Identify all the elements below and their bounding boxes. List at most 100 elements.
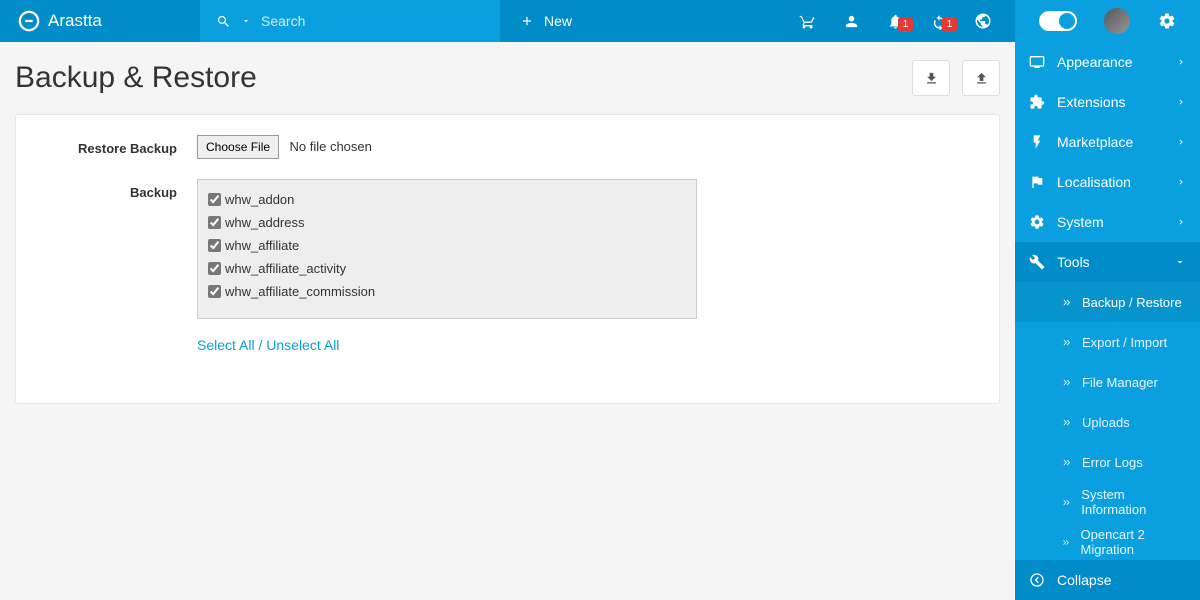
chevron-down-icon xyxy=(1174,256,1186,268)
sub-uploads[interactable]: Uploads xyxy=(1015,402,1200,442)
action-buttons xyxy=(912,60,1000,96)
collapse-icon xyxy=(1029,572,1045,588)
table-name: whw_affiliate_activity xyxy=(225,261,346,276)
sub-opencart-migration[interactable]: Opencart 2 Migration xyxy=(1015,522,1200,562)
sidebar-item-system[interactable]: System xyxy=(1015,202,1200,242)
sidebar-item-label: Tools xyxy=(1057,254,1090,270)
chevron-right-icon xyxy=(1176,217,1186,227)
double-chevron-icon xyxy=(1061,377,1072,388)
tables-list[interactable]: whw_addon whw_address whw_affiliate whw_… xyxy=(197,179,697,319)
table-name: whw_addon xyxy=(225,192,294,207)
sub-error-logs[interactable]: Error Logs xyxy=(1015,442,1200,482)
sidebar-item-label: System xyxy=(1057,214,1104,230)
double-chevron-icon xyxy=(1061,497,1071,508)
chevron-right-icon xyxy=(1176,57,1186,67)
brand[interactable]: Arastta xyxy=(0,0,200,42)
table-checkbox[interactable] xyxy=(208,216,221,229)
table-checkbox[interactable] xyxy=(208,239,221,252)
sidebar-item-label: Localisation xyxy=(1057,174,1131,190)
search-icon[interactable] xyxy=(216,14,231,29)
sidebar-item-appearance[interactable]: Appearance xyxy=(1015,42,1200,82)
puzzle-icon xyxy=(1029,94,1045,110)
no-file-text: No file chosen xyxy=(289,139,371,154)
table-row: whw_affiliate xyxy=(208,234,686,257)
select-links: Select All / Unselect All xyxy=(197,337,697,353)
unselect-all-link[interactable]: Unselect All xyxy=(266,337,339,353)
table-checkbox[interactable] xyxy=(208,193,221,206)
top-icons: 1 1 xyxy=(785,0,1015,42)
sub-label: Opencart 2 Migration xyxy=(1081,527,1186,557)
sub-backup-restore[interactable]: Backup / Restore xyxy=(1015,282,1200,322)
double-chevron-icon xyxy=(1061,457,1072,468)
upload-button[interactable] xyxy=(962,60,1000,96)
sub-system-information[interactable]: System Information xyxy=(1015,482,1200,522)
table-checkbox[interactable] xyxy=(208,285,221,298)
double-chevron-icon xyxy=(1061,337,1072,348)
row-restore: Restore Backup Choose File No file chose… xyxy=(42,135,973,159)
refresh-badge: 1 xyxy=(942,17,957,32)
table-row: whw_address xyxy=(208,211,686,234)
sub-file-manager[interactable]: File Manager xyxy=(1015,362,1200,402)
title-bar: Backup & Restore xyxy=(15,60,1000,96)
table-row: whw_affiliate_commission xyxy=(208,280,686,303)
sidebar-item-label: Marketplace xyxy=(1057,134,1133,150)
table-name: whw_affiliate xyxy=(225,238,299,253)
sidebar-item-marketplace[interactable]: Marketplace xyxy=(1015,122,1200,162)
sub-label: Error Logs xyxy=(1082,455,1143,470)
double-chevron-icon xyxy=(1061,297,1072,308)
sidebar-item-localisation[interactable]: Localisation xyxy=(1015,162,1200,202)
main-content: Backup & Restore Restore Backup Choose F… xyxy=(0,42,1015,600)
row-backup: Backup whw_addon whw_address whw_affilia… xyxy=(42,179,973,353)
bell-badge: 1 xyxy=(898,17,913,32)
rightbar-top xyxy=(1015,0,1200,42)
double-chevron-icon xyxy=(1061,537,1071,548)
avatar[interactable] xyxy=(1104,8,1130,34)
sidebar-item-label: Appearance xyxy=(1057,54,1133,70)
sub-export-import[interactable]: Export / Import xyxy=(1015,322,1200,362)
top-bar: Arastta New 1 1 xyxy=(0,0,1200,42)
search-box xyxy=(200,0,500,42)
sidebar: Appearance Extensions Marketplace Locali… xyxy=(1015,42,1200,600)
toggle-switch[interactable] xyxy=(1039,11,1077,31)
bell-icon[interactable]: 1 xyxy=(873,13,917,30)
chevron-right-icon xyxy=(1176,97,1186,107)
table-checkbox[interactable] xyxy=(208,262,221,275)
globe-icon[interactable] xyxy=(961,12,1005,30)
sub-label: File Manager xyxy=(1082,375,1158,390)
table-name: whw_address xyxy=(225,215,305,230)
page-title: Backup & Restore xyxy=(15,61,257,95)
table-row: whw_affiliate_activity xyxy=(208,257,686,280)
sidebar-item-extensions[interactable]: Extensions xyxy=(1015,82,1200,122)
choose-file-button[interactable]: Choose File xyxy=(197,135,279,159)
new-button[interactable]: New xyxy=(500,0,592,42)
table-row: whw_addon xyxy=(208,188,686,211)
download-button[interactable] xyxy=(912,60,950,96)
restore-label: Restore Backup xyxy=(42,135,197,159)
logo-icon xyxy=(18,10,40,32)
sub-label: System Information xyxy=(1081,487,1186,517)
chevron-right-icon xyxy=(1176,177,1186,187)
chevron-right-icon xyxy=(1176,137,1186,147)
plus-icon xyxy=(520,14,534,28)
form-panel: Restore Backup Choose File No file chose… xyxy=(15,114,1000,404)
double-chevron-icon xyxy=(1061,417,1072,428)
refresh-icon[interactable]: 1 xyxy=(917,13,961,30)
backup-label: Backup xyxy=(42,179,197,353)
new-label: New xyxy=(544,13,572,29)
brand-label: Arastta xyxy=(48,11,102,31)
file-control: Choose File No file chosen xyxy=(197,135,697,159)
sidebar-item-tools[interactable]: Tools xyxy=(1015,242,1200,282)
search-input[interactable] xyxy=(261,13,441,29)
caret-down-icon[interactable] xyxy=(241,16,251,26)
select-all-link[interactable]: Select All xyxy=(197,337,255,353)
sub-label: Uploads xyxy=(1082,415,1130,430)
sidebar-collapse[interactable]: Collapse xyxy=(1015,560,1200,600)
collapse-label: Collapse xyxy=(1057,572,1111,588)
sub-label: Backup / Restore xyxy=(1082,295,1182,310)
sub-label: Export / Import xyxy=(1082,335,1167,350)
cart-icon[interactable] xyxy=(785,13,829,30)
wrench-icon xyxy=(1029,254,1045,270)
gear-icon[interactable] xyxy=(1158,12,1176,30)
flag-icon xyxy=(1029,174,1045,190)
user-icon[interactable] xyxy=(829,13,873,30)
